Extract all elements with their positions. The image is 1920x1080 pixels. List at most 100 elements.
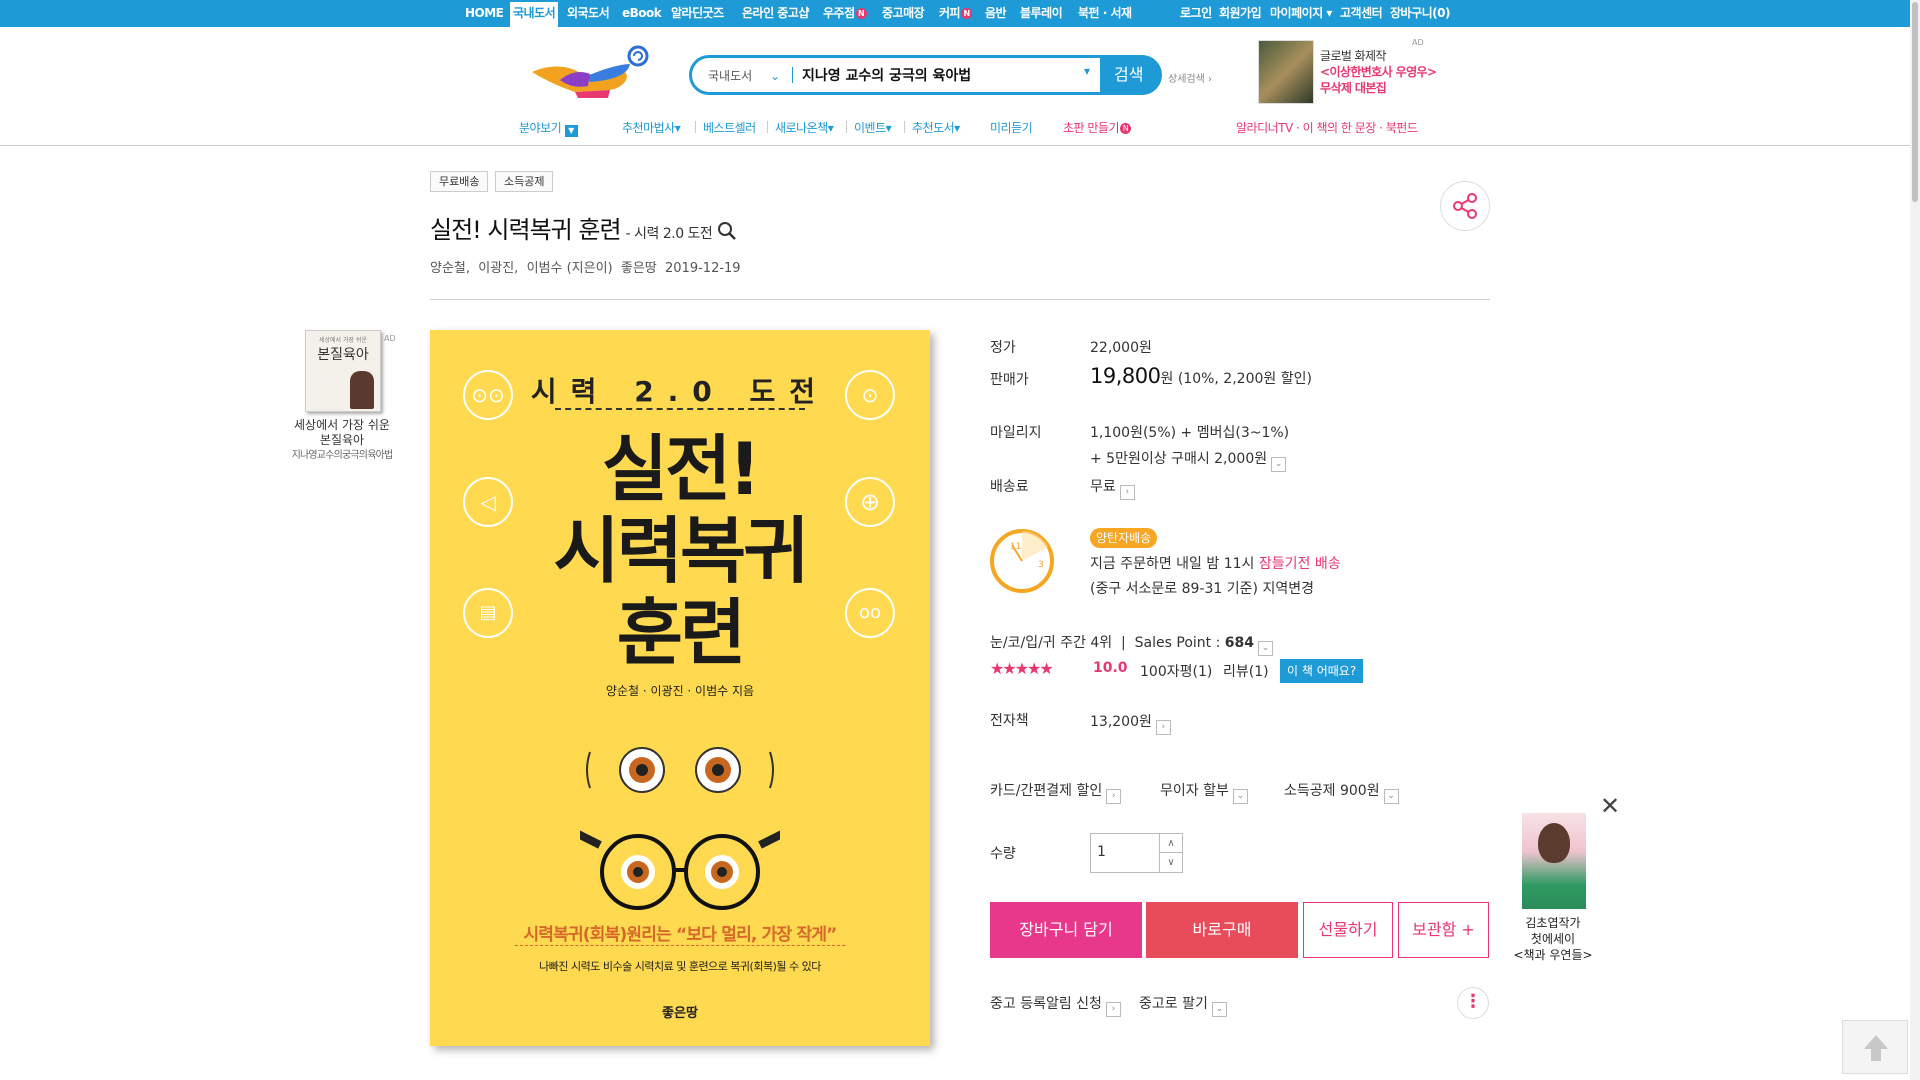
installment-label: 무이자 할부 — [1160, 783, 1229, 799]
gnb-recommend-wizard[interactable]: 추천마법사▾ — [622, 119, 681, 136]
close-icon[interactable]: ✕ — [1600, 794, 1620, 818]
buy-now-button[interactable]: 바로구매 — [1146, 902, 1298, 958]
book-title-row: 실전! 시력복귀 훈련 - 시력 2.0 도전 — [430, 210, 737, 245]
nav-ebook[interactable]: eBook — [622, 0, 662, 27]
cart-link[interactable]: 장바구니(0) — [1390, 0, 1450, 27]
nav-coffee[interactable]: 커피 N — [939, 0, 973, 27]
save-to-list-button[interactable]: 보관함 + — [1398, 902, 1489, 958]
detail-search-link[interactable]: 상세검색 › — [1168, 70, 1212, 85]
review-link[interactable]: 리뷰(1) — [1223, 661, 1269, 681]
rank-text[interactable]: 눈/코/입/귀 주간 4위 — [990, 635, 1112, 651]
mileage-label: 마일리지 — [990, 425, 1042, 441]
list-price-label: 정가 — [990, 340, 1016, 356]
gnb-separator — [904, 121, 905, 133]
save-label: 보관함 — [1412, 920, 1457, 939]
search-input[interactable]: 지나영 교수의 궁극의 육아법 — [802, 65, 971, 85]
ad-line-1: 글로벌 화제작 — [1320, 49, 1386, 63]
share-button[interactable] — [1440, 181, 1490, 231]
gnb-preview-listen[interactable]: 미리듣기 — [990, 119, 1033, 136]
chevron-right-icon[interactable]: › — [1155, 720, 1171, 735]
tax-deduction-option[interactable]: 소득공제 900원 ⌄ — [1284, 780, 1399, 804]
gnb-events[interactable]: 이벤트▾ — [854, 119, 892, 136]
chevron-down-icon[interactable]: ⌄ — [1257, 641, 1273, 656]
scrollbar-track[interactable] — [1910, 0, 1920, 1080]
ebook-value: 13,200원 › — [1090, 711, 1171, 735]
delivery-line-1-text: 지금 주문하면 내일 밤 11시 — [1090, 556, 1255, 572]
author-link[interactable]: 이범수 (지은이) — [527, 261, 613, 276]
float-ad-line-1: 김초엽작가 — [1525, 916, 1581, 930]
delivery-line-1: 지금 주문하면 내일 밤 11시 잠들기전 배송 — [1090, 553, 1341, 573]
gnb-recommended-books[interactable]: 추천도서▾ — [912, 119, 960, 136]
signup-link[interactable]: 회원가입 — [1219, 0, 1262, 27]
aladin-logo[interactable] — [530, 42, 650, 102]
gnb-first-edition[interactable]: 초판 만들기 N — [1063, 119, 1132, 136]
nav-goods[interactable]: 알라딘굿즈 — [671, 0, 724, 27]
nav-used-stores[interactable]: 중고매장 — [882, 0, 925, 27]
side-ad-cover-top: 세상에서 가장 쉬운 — [319, 337, 367, 344]
used-alert-link[interactable]: 중고 등록알림 신청 › — [990, 993, 1121, 1017]
gnb-separator — [846, 121, 847, 133]
scroll-to-top-button[interactable] — [1842, 1020, 1908, 1074]
ad-book-cover[interactable] — [1258, 40, 1314, 104]
author-link[interactable]: 양순철, — [430, 261, 470, 276]
delivery-line-2[interactable]: (중구 서소문로 89-31 기준) 지역변경 — [1090, 578, 1314, 598]
search-button[interactable]: 검색 — [1102, 55, 1162, 95]
side-ad-line-3: 지나영교수의궁극의육아법 — [291, 450, 394, 461]
sell-used-link[interactable]: 중고로 팔기 ⌄ — [1139, 993, 1227, 1017]
more-options-icon[interactable]: ⋮ — [1457, 987, 1489, 1019]
nav-bluray[interactable]: 블루레이 — [1020, 0, 1063, 27]
nav-home[interactable]: HOME — [465, 0, 504, 27]
card-discount[interactable]: 카드/간편결제 할인 › — [990, 780, 1122, 804]
increase-qty-button[interactable]: ∧ — [1159, 834, 1182, 853]
customer-center-link[interactable]: 고객센터 — [1340, 0, 1383, 27]
float-ad-text[interactable]: 김초엽작가 첫에세이 <책과 우연들> — [1498, 915, 1608, 963]
float-ad-image[interactable] — [1522, 813, 1586, 909]
ebook-label: 전자책 — [990, 713, 1029, 729]
gnb-right-links[interactable]: 알라디너TV · 이 책의 한 문장 · 북펀드 — [1236, 119, 1418, 136]
search-category-select[interactable]: 국내도서 ⌄ — [708, 67, 780, 84]
book-cover-image[interactable]: 시력 2.0 도전 실전! 시력복귀 훈련 ⊙⊙ ◁ ▤ ⊙ ⊕ oo 양순철 … — [430, 330, 930, 1046]
search-dropdown-icon[interactable]: ▾ — [1084, 64, 1090, 78]
carpet-delivery-badge: 양탄자배송 — [1090, 528, 1158, 548]
cover-dash-line — [555, 408, 805, 410]
gnb-category[interactable]: 분야보기 ▼ — [519, 119, 578, 137]
gift-button[interactable]: 선물하기 — [1303, 902, 1393, 958]
mypage-link[interactable]: 마이페이지 ▾ — [1270, 0, 1332, 27]
nav-bookfund[interactable]: 북펀 · 서재 — [1078, 0, 1132, 27]
gnb-bestseller[interactable]: 베스트셀러 — [703, 119, 756, 136]
side-ad-cover[interactable]: 세상에서 가장 쉬운 본질육아 — [305, 330, 381, 412]
float-ad-line-2: 첫에세이 — [1530, 932, 1576, 946]
top-ad-text[interactable]: 글로벌 화제작 <이상한변호사 우영우> 무삭제 대본집 — [1320, 48, 1437, 96]
svg-text:11: 11 — [1010, 542, 1021, 552]
chevron-right-icon[interactable]: › — [1119, 485, 1135, 500]
nav-space-store[interactable]: 우주점 N — [823, 0, 867, 27]
mileage-value: 1,100원(5%) + 멤버십(3~1%) — [1090, 425, 1290, 441]
scrollbar-thumb[interactable] — [1912, 2, 1918, 202]
author-link[interactable]: 이광진, — [478, 261, 518, 276]
gnb-new-books[interactable]: 새로나온책▾ — [775, 119, 834, 136]
chart-circle-icon: ▤ — [463, 588, 513, 638]
quantity-input[interactable]: 1 — [1097, 844, 1106, 860]
rating-score: 10.0 — [1093, 660, 1128, 676]
add-to-cart-button[interactable]: 장바구니 담기 — [990, 902, 1142, 958]
search-icon[interactable] — [717, 221, 737, 241]
side-ad-badge: AD — [384, 334, 396, 343]
installment-option[interactable]: 무이자 할부 ⌄ — [1160, 780, 1248, 804]
gnb-item-label: 이벤트 — [854, 121, 886, 135]
login-link[interactable]: 로그인 — [1180, 0, 1212, 27]
sale-price-value: 19,800 — [1090, 364, 1161, 388]
nav-music[interactable]: 음반 — [985, 0, 1007, 27]
header-divider — [0, 145, 1920, 146]
nav-foreign-books[interactable]: 외국도서 — [567, 0, 610, 27]
ebook-price[interactable]: 13,200원 — [1090, 714, 1152, 730]
chevron-down-icon: ⌄ — [1211, 1002, 1227, 1017]
how-about-book-button[interactable]: 이 책 어때요? — [1280, 659, 1364, 683]
nav-used-shop[interactable]: 온라인 중고샵 — [742, 0, 809, 27]
nav-domestic-books[interactable]: 국내도서 — [510, 0, 559, 27]
sales-point-value: 684 — [1224, 635, 1254, 651]
short-review-link[interactable]: 100자평(1) — [1140, 661, 1212, 681]
chevron-down-icon[interactable]: ⌄ — [1271, 457, 1287, 472]
side-ad-text[interactable]: 세상에서 가장 쉬운 본질육아 지나영교수의궁극의육아법 — [280, 418, 404, 463]
publisher-link[interactable]: 좋은땅 — [621, 261, 657, 276]
decrease-qty-button[interactable]: ∨ — [1159, 853, 1182, 872]
